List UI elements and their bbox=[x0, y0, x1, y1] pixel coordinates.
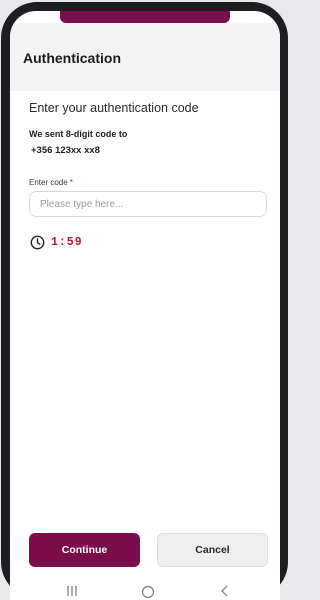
timer-value: 1:59 bbox=[51, 236, 83, 249]
system-nav-bar bbox=[10, 579, 280, 600]
sent-message: We sent 8-digit code to bbox=[29, 129, 128, 139]
recent-apps-icon[interactable] bbox=[65, 585, 79, 597]
app-screen: Authentication Enter your authentication… bbox=[10, 11, 280, 600]
app-header: Authentication bbox=[10, 23, 280, 91]
back-icon[interactable] bbox=[219, 585, 231, 597]
code-field-label-text: Enter code bbox=[29, 178, 68, 187]
code-field-label: Enter code * bbox=[29, 178, 73, 187]
status-bar bbox=[60, 11, 230, 23]
code-input[interactable] bbox=[29, 191, 267, 217]
required-mark: * bbox=[69, 178, 73, 187]
page-title: Authentication bbox=[23, 50, 121, 66]
content-heading: Enter your authentication code bbox=[29, 101, 199, 115]
countdown-timer: 1:59 bbox=[30, 235, 83, 250]
home-icon[interactable] bbox=[141, 585, 155, 599]
cancel-button[interactable]: Cancel bbox=[157, 533, 268, 567]
phone-frame: Authentication Enter your authentication… bbox=[1, 2, 288, 600]
phone-number: +356 123xx xx8 bbox=[31, 145, 100, 156]
clock-icon bbox=[30, 235, 45, 250]
continue-button[interactable]: Continue bbox=[29, 533, 140, 567]
